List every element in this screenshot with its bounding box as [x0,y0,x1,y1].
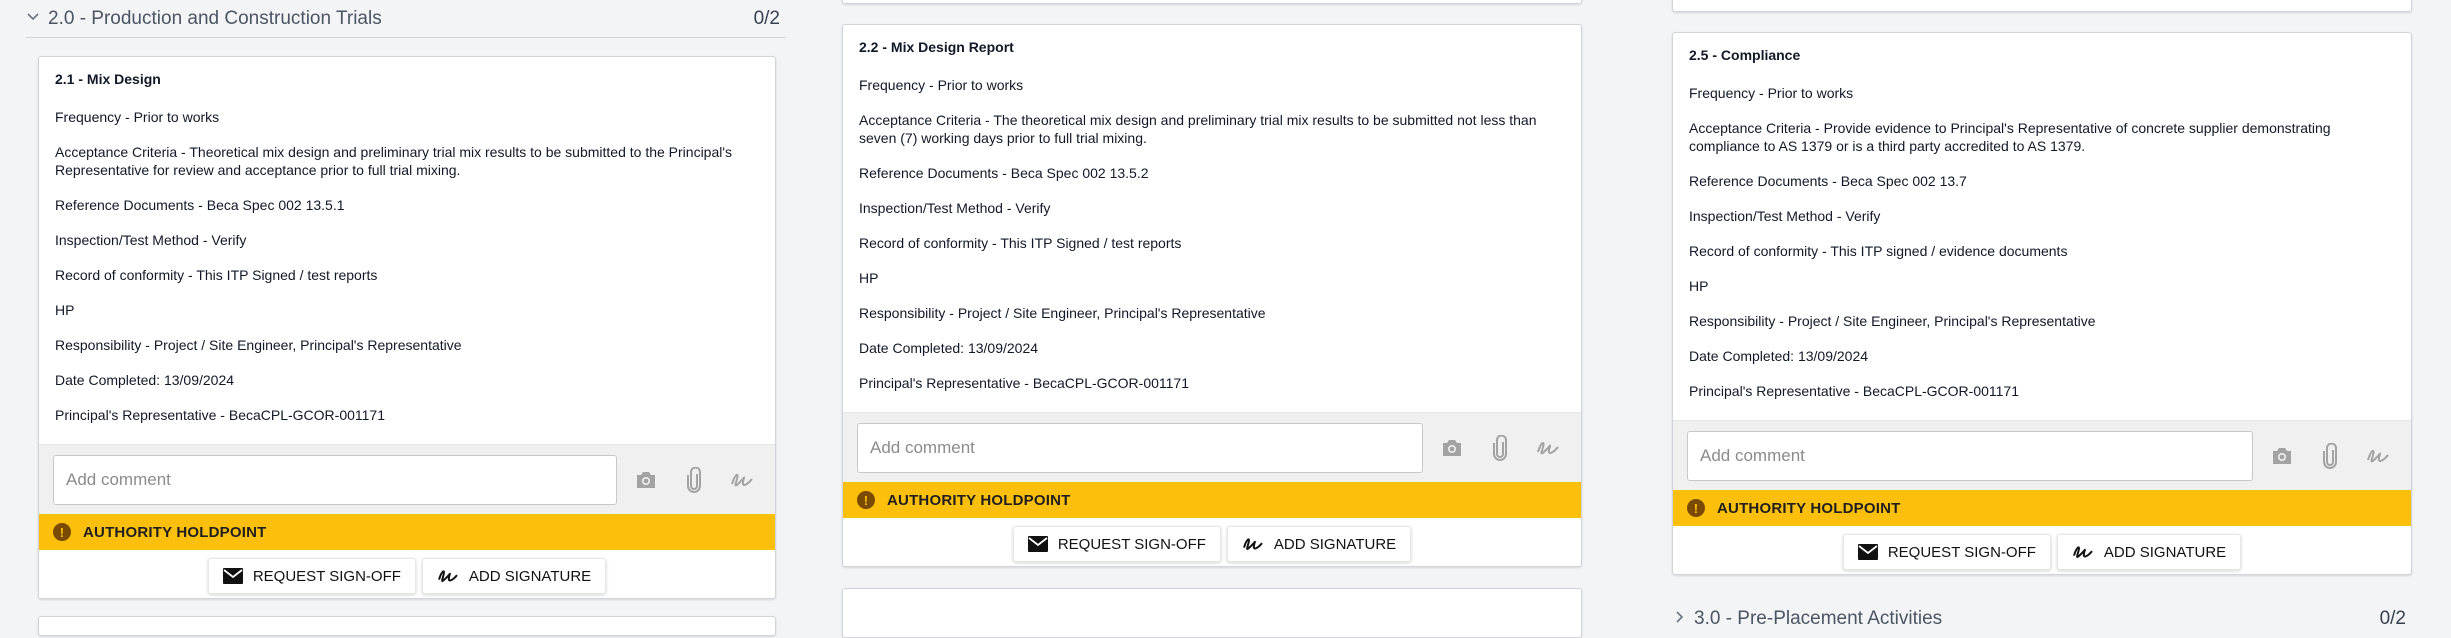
request-signoff-button[interactable]: REQUEST SIGN-OFF [1842,534,2051,570]
prev-card-stub [1672,0,2412,12]
card-title: 2.5 - Compliance [1689,47,1801,63]
next-card-stub [38,616,776,636]
comment-row [843,412,1581,482]
comment-input[interactable] [1687,430,2253,481]
add-signature-button[interactable]: ADD SIGNATURE [2056,534,2242,570]
request-signoff-label: REQUEST SIGN-OFF [1057,535,1206,553]
add-signature-label: ADD SIGNATURE [1273,535,1397,553]
comment-row [39,444,775,514]
signature-icon [2072,546,2093,558]
card-actions: REQUEST SIGN-OFF ADD SIGNATURE [39,550,775,598]
section-header-3-0[interactable]: 3.0 - Pre-Placement Activities 0/2 [1672,600,2412,638]
itp-card-2-5: 2.5 - Compliance Frequency - Prior to wo… [1672,32,2412,575]
mail-icon [1027,536,1048,552]
card-line-hp: HP [55,302,75,318]
card-line-frequency: Frequency - Prior to works [859,77,1024,93]
card-line-record: Record of conformity - This ITP Signed /… [55,267,378,283]
chevron-down-icon [26,10,48,28]
card-line-date: Date Completed: 13/09/2024 [1689,348,1869,364]
next-card-stub [842,588,1582,638]
card-line-reference: Reference Documents - Beca Spec 002 13.7 [1689,173,1967,189]
authority-holdpoint-banner: ! AUTHORITY HOLDPOINT [1673,490,2411,526]
card-line-reference: Reference Documents - Beca Spec 002 13.5… [55,197,345,213]
exclamation-icon: ! [53,523,71,541]
card-line-record: Record of conformity - This ITP Signed /… [859,235,1182,251]
comment-input[interactable] [53,454,617,505]
card-line-record: Record of conformity - This ITP signed /… [1689,243,2068,259]
holdpoint-label: AUTHORITY HOLDPOINT [1717,499,1901,517]
card-line-acceptance: Acceptance Criteria - Provide evidence t… [1689,120,2331,154]
chevron-right-icon [1672,610,1694,628]
add-signature-label: ADD SIGNATURE [2103,543,2227,561]
card-line-hp: HP [859,270,879,286]
section-header-2-0[interactable]: 2.0 - Production and Construction Trials… [26,0,786,38]
comment-input[interactable] [857,422,1423,473]
section-count: 0/2 [753,7,780,29]
signature-icon [1242,538,1263,550]
card-line-responsibility: Responsibility - Project / Site Engineer… [859,305,1266,321]
comment-row [1673,420,2411,490]
request-signoff-label: REQUEST SIGN-OFF [252,567,401,585]
card-actions: REQUEST SIGN-OFF ADD SIGNATURE [843,518,1581,566]
card-title: 2.1 - Mix Design [55,71,161,87]
card-line-method: Inspection/Test Method - Verify [55,232,247,248]
camera-icon[interactable] [2263,437,2301,475]
add-signature-button[interactable]: ADD SIGNATURE [1226,526,1412,562]
card-actions: REQUEST SIGN-OFF ADD SIGNATURE [1673,526,2411,574]
section-title: 2.0 - Production and Construction Trials [48,7,382,29]
camera-icon[interactable] [1433,429,1471,467]
add-signature-label: ADD SIGNATURE [468,567,592,585]
add-signature-button[interactable]: ADD SIGNATURE [421,558,607,594]
card-line-frequency: Frequency - Prior to works [1689,85,1854,101]
card-line-principal: Principal's Representative - BecaCPL-GCO… [55,407,386,423]
column-3: 2.5 - Compliance Frequency - Prior to wo… [1672,0,2412,638]
request-signoff-button[interactable]: REQUEST SIGN-OFF [207,558,416,594]
card-line-acceptance: Acceptance Criteria - Theoretical mix de… [55,144,733,178]
card-line-hp: HP [1689,278,1709,294]
request-signoff-button[interactable]: REQUEST SIGN-OFF [1012,526,1221,562]
card-line-method: Inspection/Test Method - Verify [859,200,1051,216]
card-line-principal: Principal's Representative - BecaCPL-GCO… [859,375,1190,391]
column-1: 2.0 - Production and Construction Trials… [26,0,786,636]
column-2: 2.2 - Mix Design Report Frequency - Prio… [842,0,1582,638]
section-title: 3.0 - Pre-Placement Activities [1694,608,1943,629]
request-signoff-label: REQUEST SIGN-OFF [1887,543,2036,561]
signature-icon [437,570,458,582]
signature-icon[interactable] [723,461,761,499]
authority-holdpoint-banner: ! AUTHORITY HOLDPOINT [39,514,775,550]
card-line-responsibility: Responsibility - Project / Site Engineer… [55,337,462,353]
section-count: 0/2 [2379,608,2406,629]
itp-card-2-2: 2.2 - Mix Design Report Frequency - Prio… [842,24,1582,567]
authority-holdpoint-banner: ! AUTHORITY HOLDPOINT [843,482,1581,518]
mail-icon [1857,544,1878,560]
card-title: 2.2 - Mix Design Report [859,39,1014,55]
card-line-principal: Principal's Representative - BecaCPL-GCO… [1689,383,2020,399]
exclamation-icon: ! [857,491,875,509]
exclamation-icon: ! [1687,499,1705,517]
paperclip-icon[interactable] [675,461,713,499]
holdpoint-label: AUTHORITY HOLDPOINT [83,523,267,541]
card-line-date: Date Completed: 13/09/2024 [859,340,1039,356]
paperclip-icon[interactable] [1481,429,1519,467]
itp-card-2-1: 2.1 - Mix Design Frequency - Prior to wo… [38,56,776,599]
holdpoint-label: AUTHORITY HOLDPOINT [887,491,1071,509]
card-line-method: Inspection/Test Method - Verify [1689,208,1881,224]
card-line-date: Date Completed: 13/09/2024 [55,372,235,388]
prev-card-stub [842,0,1582,4]
camera-icon[interactable] [627,461,665,499]
card-line-responsibility: Responsibility - Project / Site Engineer… [1689,313,2096,329]
signature-icon[interactable] [1529,429,1567,467]
signature-icon[interactable] [2359,437,2397,475]
card-line-frequency: Frequency - Prior to works [55,109,220,125]
mail-icon [222,568,243,584]
card-line-acceptance: Acceptance Criteria - The theoretical mi… [859,112,1537,146]
card-line-reference: Reference Documents - Beca Spec 002 13.5… [859,165,1149,181]
paperclip-icon[interactable] [2311,437,2349,475]
